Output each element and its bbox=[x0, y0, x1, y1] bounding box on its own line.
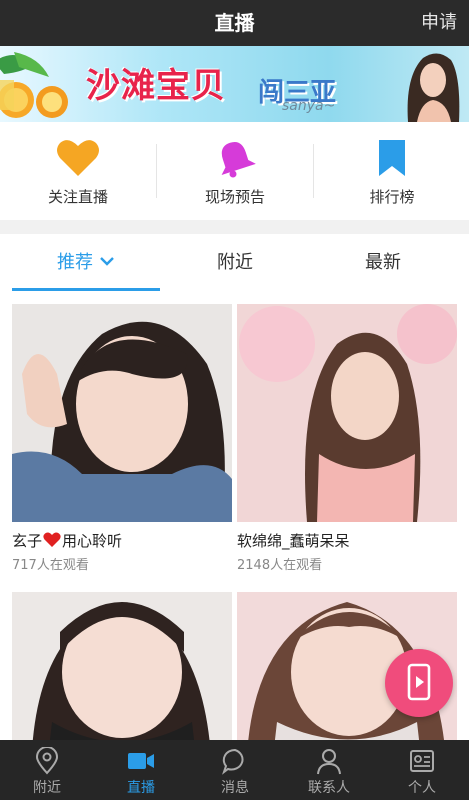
nav-profile[interactable]: 个人 bbox=[375, 740, 469, 800]
stream-thumbnail bbox=[12, 304, 232, 522]
nav-contacts[interactable]: 联系人 bbox=[282, 740, 376, 800]
top-bar: 直播 申请 bbox=[0, 0, 469, 46]
chevron-down-icon bbox=[100, 257, 114, 266]
feed-tabs: 推荐 附近 最新 bbox=[0, 234, 469, 292]
stream-card[interactable]: 软绵绵_蠢萌呆呆 2148人在观看 bbox=[237, 304, 457, 580]
active-tab-indicator bbox=[12, 288, 160, 291]
nav-nearby[interactable]: 附近 bbox=[0, 740, 94, 800]
nav-nearby-label: 附近 bbox=[33, 780, 61, 796]
bell-icon bbox=[221, 141, 256, 178]
follow-live-button[interactable]: 关注直播 bbox=[0, 122, 156, 220]
tab-recommended-label: 推荐 bbox=[57, 252, 93, 273]
banner-model-photo bbox=[407, 53, 460, 122]
location-pin-icon bbox=[35, 747, 59, 775]
stream-title: 软绵绵_蠢萌呆呆 bbox=[237, 532, 350, 550]
heart-emoji-icon bbox=[43, 532, 61, 547]
heart-icon bbox=[57, 140, 99, 176]
apply-button[interactable]: 申请 bbox=[421, 0, 457, 46]
stream-card[interactable]: 玄子 用心聆听 717人在观看 bbox=[12, 304, 232, 580]
person-icon bbox=[317, 749, 341, 775]
stream-thumbnail bbox=[237, 304, 457, 522]
stream-title: 玄子 用心聆听 bbox=[12, 532, 123, 550]
follow-live-label: 关注直播 bbox=[47, 188, 108, 206]
tab-nearby[interactable]: 附近 bbox=[157, 234, 313, 292]
nav-profile-label: 个人 bbox=[408, 780, 436, 796]
preview-button[interactable]: 现场预告 bbox=[157, 122, 313, 220]
nav-live-label: 直播 bbox=[127, 780, 155, 796]
profile-card-icon bbox=[410, 750, 434, 772]
fruit-drinks-image bbox=[0, 52, 68, 118]
preview-label: 现场预告 bbox=[204, 188, 265, 206]
viewer-count: 2148人在观看 bbox=[237, 558, 323, 573]
stream-thumbnail bbox=[12, 592, 232, 740]
viewer-count: 717人在观看 bbox=[12, 558, 89, 573]
quick-actions: 关注直播 现场预告 排行榜 bbox=[0, 122, 469, 220]
tab-latest[interactable]: 最新 bbox=[305, 234, 461, 292]
stream-card[interactable] bbox=[12, 592, 232, 740]
tab-recommended[interactable]: 推荐 bbox=[8, 234, 164, 292]
chat-bubble-icon bbox=[222, 748, 244, 775]
ranking-button[interactable]: 排行榜 bbox=[314, 122, 469, 220]
section-divider bbox=[0, 220, 469, 234]
nav-live[interactable]: 直播 bbox=[94, 740, 188, 800]
nav-messages[interactable]: 消息 bbox=[188, 740, 282, 800]
page-title: 直播 bbox=[214, 11, 255, 35]
banner-title: 沙滩宝贝 bbox=[86, 66, 226, 106]
nav-contacts-label: 联系人 bbox=[308, 780, 350, 796]
banner-english-text: sanya~ bbox=[282, 98, 336, 114]
phone-play-icon bbox=[407, 663, 431, 701]
promo-banner[interactable]: 沙滩宝贝 闯三亚 sanya~ bbox=[0, 46, 469, 122]
ranking-label: 排行榜 bbox=[369, 188, 415, 206]
start-live-button[interactable] bbox=[385, 649, 453, 717]
video-camera-icon bbox=[128, 753, 154, 769]
bottom-nav: 附近 直播 消息 联系人 个人 bbox=[0, 740, 469, 800]
bookmark-icon bbox=[379, 140, 405, 176]
nav-messages-label: 消息 bbox=[221, 780, 249, 796]
